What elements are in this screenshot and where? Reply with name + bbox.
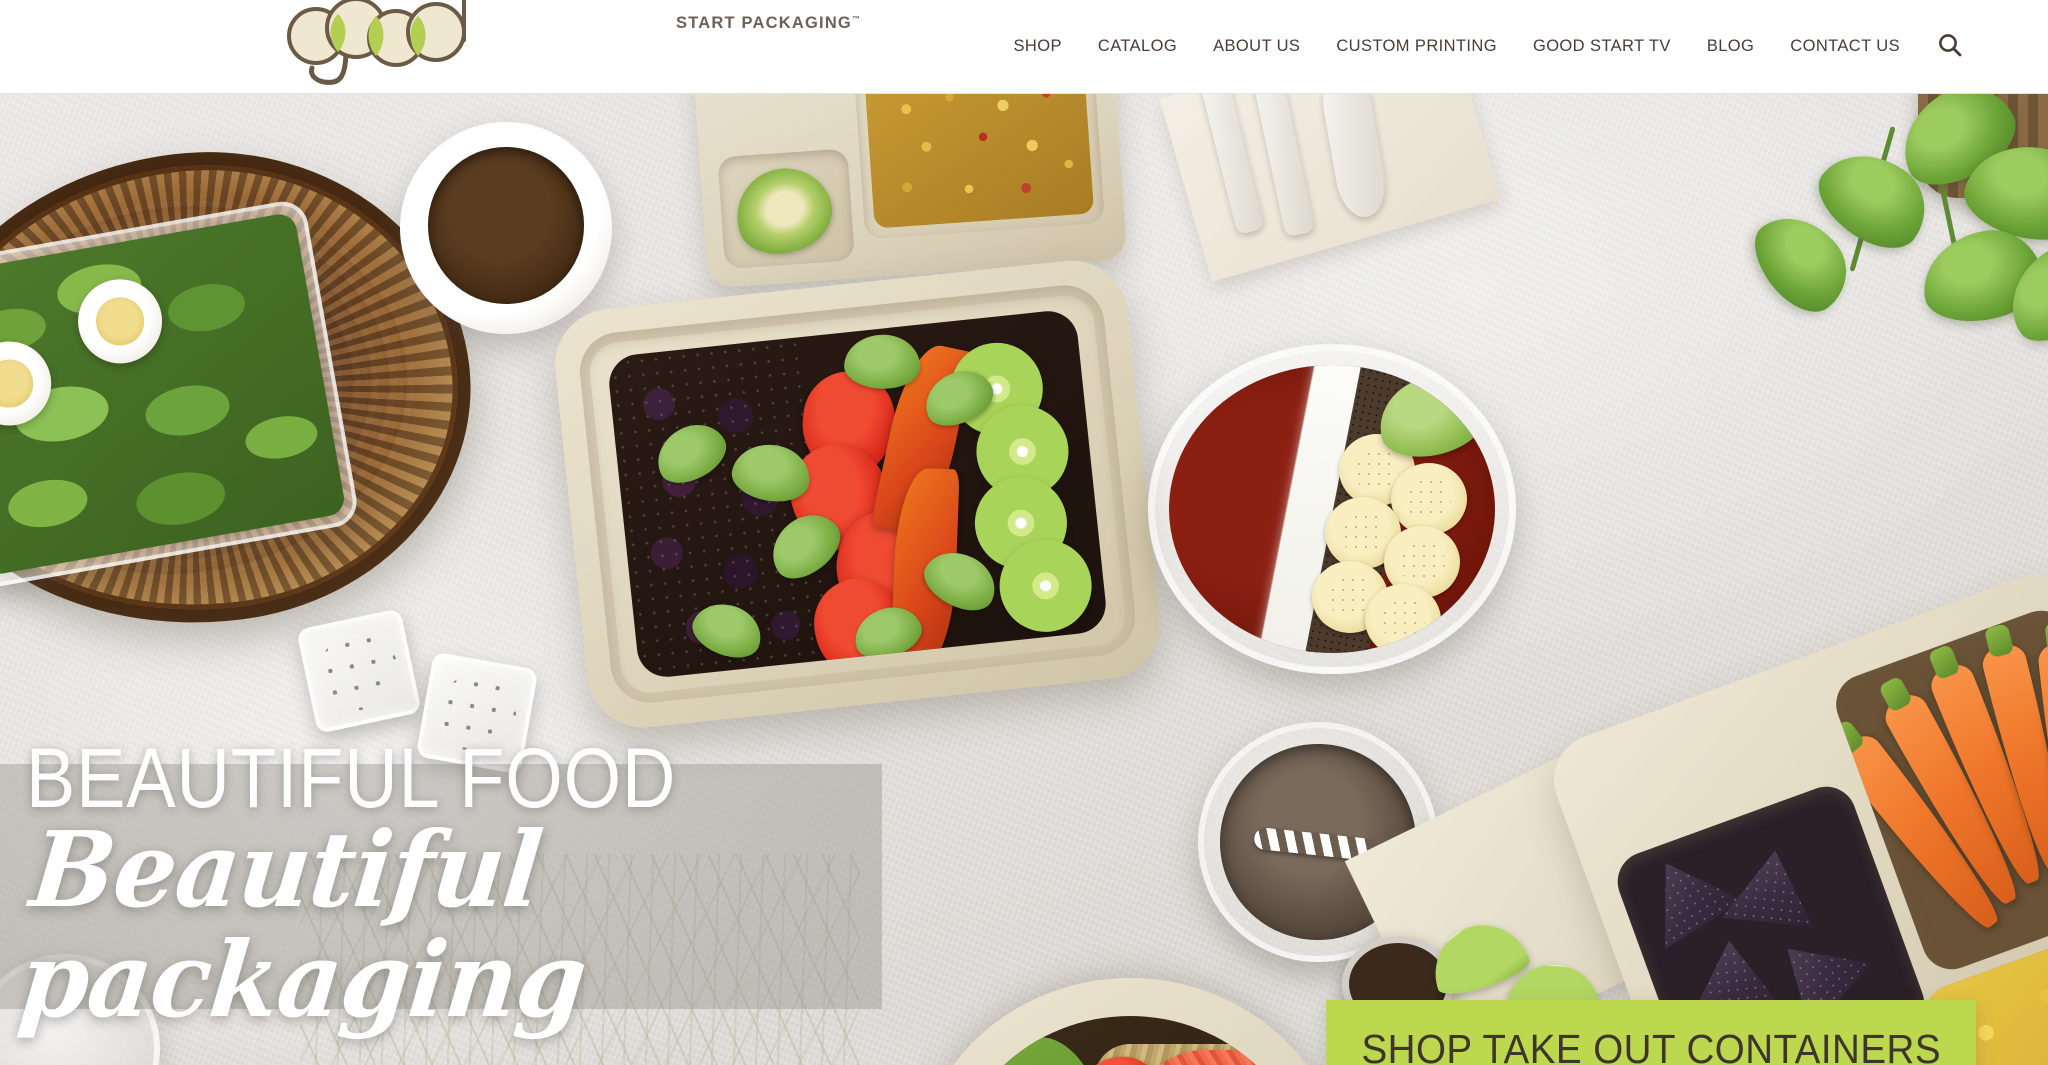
tortilla-chip	[1627, 839, 1750, 959]
banana-slice	[1364, 583, 1441, 653]
logo-mark-good-icon	[272, 0, 522, 86]
nav-item-custom-printing[interactable]: CUSTOM PRINTING	[1318, 0, 1515, 93]
hero-headline-secondary: Beautiful packaging	[13, 808, 592, 1042]
lettuce-greens	[950, 1036, 1109, 1065]
shop-take-out-containers-button[interactable]: SHOP TAKE OUT CONTAINERS	[1326, 1000, 1976, 1065]
salad-greens	[0, 211, 347, 577]
grain-salad	[864, 94, 1095, 229]
nav-item-shop[interactable]: SHOP	[996, 0, 1080, 93]
bento-cell-avocado	[717, 148, 855, 270]
bento-cell-grain-salad	[853, 94, 1105, 240]
banana-slice	[1390, 462, 1467, 535]
nav-item-about-us[interactable]: ABOUT US	[1195, 0, 1318, 93]
cta-label: SHOP TAKE OUT CONTAINERS	[1361, 1025, 1941, 1065]
search-icon	[1937, 32, 1963, 61]
acai-smoothie-bowl	[1148, 344, 1516, 674]
logo-wordmark: START PACKAGING™	[676, 14, 860, 32]
search-button[interactable]	[1928, 0, 1972, 93]
nav-item-good-start-tv[interactable]: GOOD START TV	[1515, 0, 1689, 93]
hero-headline-block: BEAUTIFUL FOOD Beautiful packaging	[0, 736, 882, 1042]
tortilla-chip	[1721, 846, 1821, 939]
salt-shaker	[296, 608, 422, 734]
hero-banner: BEAUTIFUL FOOD Beautiful packaging SHOP …	[0, 94, 2048, 1065]
main-navigation: SHOP CATALOG ABOUT US CUSTOM PRINTING GO…	[996, 0, 1972, 93]
fruit-container	[549, 255, 1166, 733]
avocado-half	[723, 155, 843, 267]
hanging-plant	[1518, 94, 2048, 404]
nav-item-contact-us[interactable]: CONTACT US	[1772, 0, 1918, 93]
clear-salad-container	[0, 197, 361, 591]
site-header: START PACKAGING™ SHOP CATALOG ABOUT US C…	[0, 0, 2048, 94]
nav-item-blog[interactable]: BLOG	[1689, 0, 1772, 93]
nav-item-catalog[interactable]: CATALOG	[1080, 0, 1195, 93]
coffee-cup	[400, 122, 612, 334]
site-logo[interactable]: START PACKAGING™	[272, 0, 860, 86]
bento-tray	[692, 94, 1128, 289]
